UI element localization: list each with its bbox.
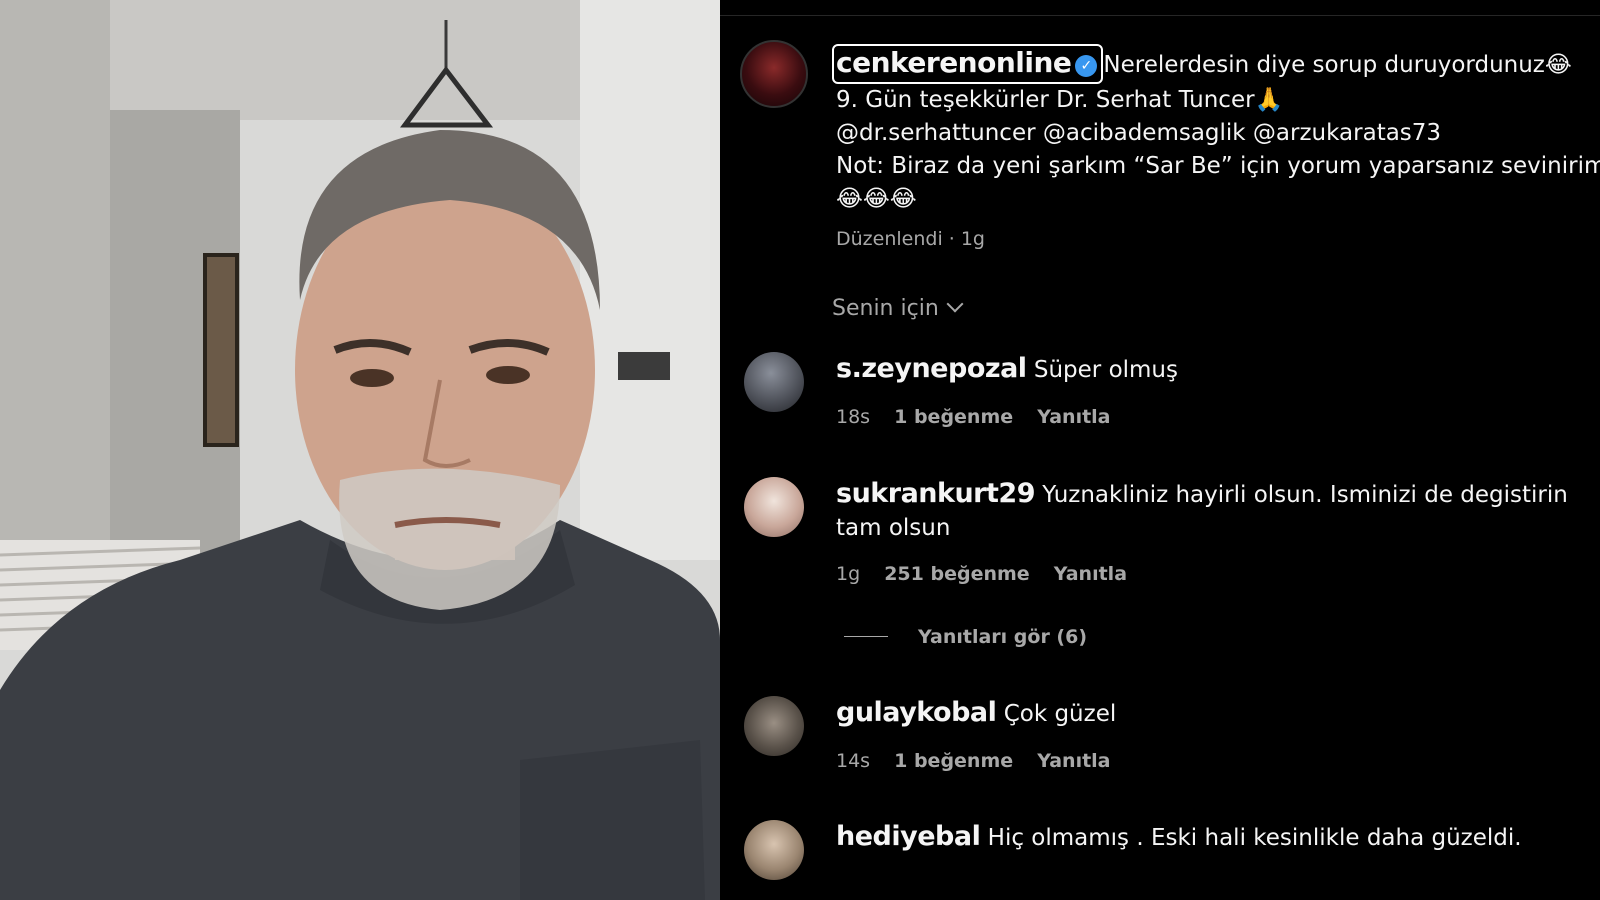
comments-panel: cenkerenonline ✓ Nerelerdesin diye sorup …: [720, 0, 1600, 900]
comment-meta: 14s 1 beğenme Yanıtla: [836, 750, 1129, 772]
comment-meta: 18s 1 beğenme Yanıtla: [836, 406, 1129, 428]
comment-time: 14s: [836, 750, 871, 772]
caption-mentions[interactable]: @dr.serhattuncer @acibademsaglik @arzuka…: [836, 117, 1596, 150]
commenter-username[interactable]: gulaykobal: [836, 697, 997, 728]
comment-likes[interactable]: 1 beğenme: [894, 406, 1013, 428]
chevron-down-icon: [946, 295, 964, 313]
comment-meta: 1g 251 beğenme Yanıtla: [836, 563, 1145, 585]
comment-body: gulaykobal Çok güzel: [836, 696, 1596, 731]
commenter-avatar[interactable]: [744, 696, 804, 756]
commenter-username[interactable]: sukrankurt29: [836, 478, 1035, 509]
view-replies-label: Yanıtları gör (6): [918, 626, 1088, 648]
author-avatar[interactable]: [740, 40, 808, 108]
caption-line-1: Nerelerdesin diye sorup duruyordunuz😂: [1103, 52, 1572, 78]
commenter-avatar[interactable]: [744, 352, 804, 412]
author-username-box[interactable]: cenkerenonline ✓: [832, 44, 1104, 84]
comment-likes[interactable]: 1 beğenme: [894, 750, 1013, 772]
commenter-avatar[interactable]: [744, 820, 804, 880]
divider: [720, 15, 1600, 16]
comment-sort-dropdown[interactable]: Senin için: [832, 295, 964, 321]
caption-line-2: 9. Gün teşekkürler Dr. Serhat Tuncer🙏: [836, 87, 1284, 113]
comment-time: 1g: [836, 563, 861, 585]
view-replies-button[interactable]: Yanıtları gör (6): [844, 626, 1087, 648]
comment-sort-label: Senin için: [832, 296, 939, 321]
post-caption: cenkerenonline ✓ Nerelerdesin diye sorup …: [832, 44, 1600, 216]
comment-time: 18s: [836, 406, 871, 428]
comment-likes[interactable]: 251 beğenme: [884, 563, 1029, 585]
comment-text: Süper olmuş: [1033, 357, 1178, 383]
edited-timestamp: Düzenlendi · 1g: [836, 228, 985, 250]
commenter-username[interactable]: s.zeynepozal: [836, 353, 1027, 384]
commenter-avatar[interactable]: [744, 477, 804, 537]
comment-body: hediyebal Hiç olmamış . Eski hali kesinl…: [836, 820, 1596, 855]
author-username[interactable]: cenkerenonline: [836, 46, 1072, 79]
reply-button[interactable]: Yanıtla: [1054, 563, 1127, 585]
reply-button[interactable]: Yanıtla: [1037, 750, 1110, 772]
comment-text: Hiç olmamış . Eski hali kesinlikle daha …: [987, 825, 1522, 851]
reply-button[interactable]: Yanıtla: [1037, 406, 1110, 428]
commenter-username[interactable]: hediyebal: [836, 821, 981, 852]
comment-body: s.zeynepozal Süper olmuş: [836, 352, 1596, 387]
post-photo: [0, 0, 720, 900]
replies-line: [844, 636, 888, 637]
caption-line-4: Not: Biraz da yeni şarkım “Sar Be” için …: [836, 153, 1600, 179]
comment-text: Çok güzel: [1003, 701, 1117, 727]
verified-badge-icon: ✓: [1075, 55, 1098, 77]
caption-line-5: 😂😂😂: [836, 186, 917, 212]
comment-body: sukrankurt29 Yuznakliniz hayirli olsun. …: [836, 477, 1596, 545]
selfie-image: [0, 0, 720, 900]
